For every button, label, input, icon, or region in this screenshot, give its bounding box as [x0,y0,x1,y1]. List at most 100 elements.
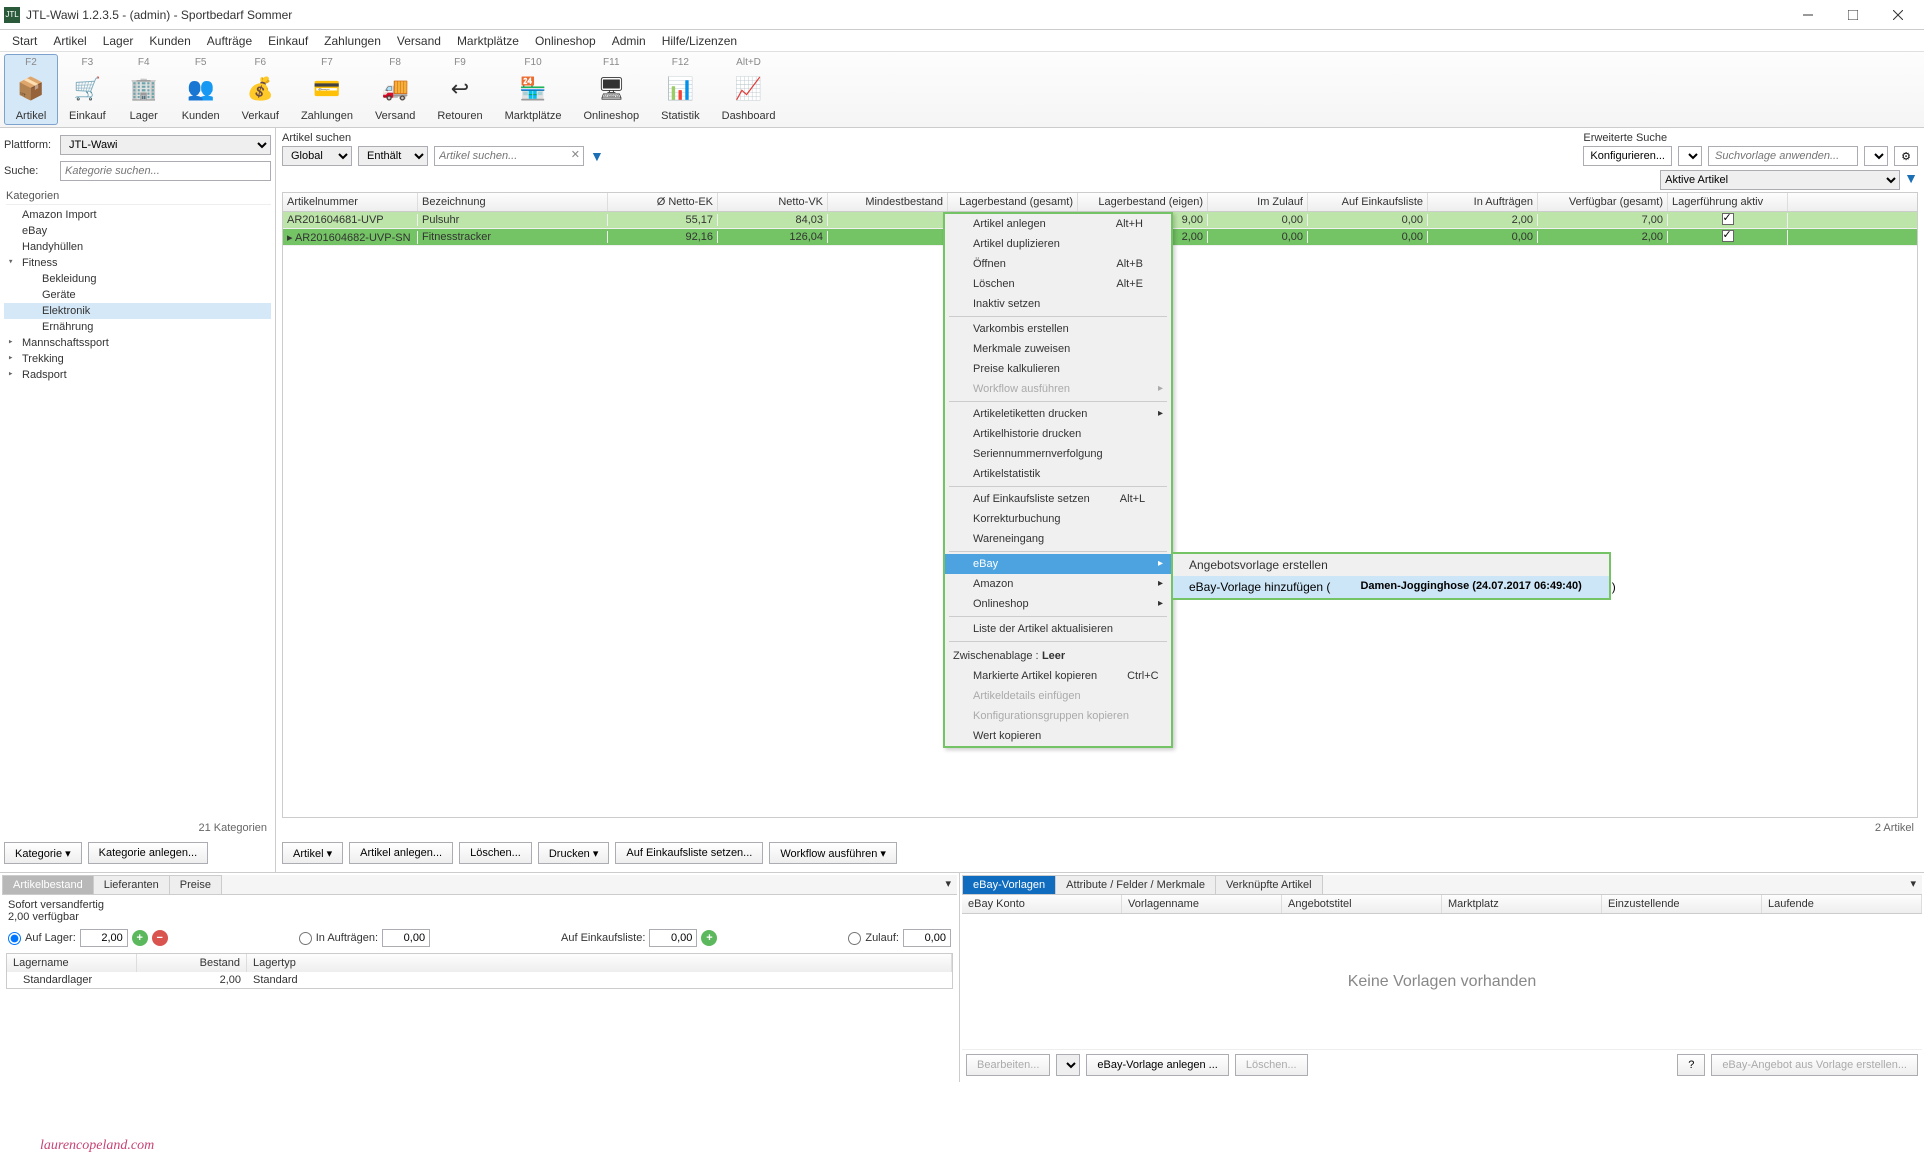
grid-btn[interactable]: Artikel ▾ [282,842,343,864]
menu-start[interactable]: Start [4,31,45,51]
stock-radio[interactable] [8,932,21,945]
new-template-button[interactable]: eBay-Vorlage anlegen ... [1086,1054,1228,1076]
tree-node-elektronik[interactable]: Elektronik [4,303,271,319]
tab-attribute[interactable]: Attribute / Felder / Merkmale [1055,875,1216,894]
delete-template-button[interactable]: Löschen... [1235,1054,1308,1076]
ctx-preise-kalkulieren[interactable]: Preise kalkulieren [945,359,1171,379]
menu-versand[interactable]: Versand [389,31,449,51]
tab-verknuepfte[interactable]: Verknüpfte Artikel [1215,875,1323,894]
ctx-artikeletiketten-drucken[interactable]: Artikeletiketten drucken▸ [945,404,1171,424]
ctx-amazon[interactable]: Amazon▸ [945,574,1171,594]
col-0[interactable]: Artikelnummer [283,193,418,211]
menu-onlineshop[interactable]: Onlineshop [527,31,604,51]
col-9[interactable]: In Aufträgen [1428,193,1538,211]
ribbon-retouren[interactable]: F9↩Retouren [426,54,493,125]
ribbon-versand[interactable]: F8🚚Versand [364,54,426,125]
add-shopping-icon[interactable]: + [701,930,717,946]
close-button[interactable] [1875,1,1920,29]
tree-node-amazon-import[interactable]: Amazon Import [4,207,271,223]
ctx-artikel-anlegen[interactable]: Artikel anlegenAlt+H [945,214,1171,234]
ebay-col[interactable]: eBay Konto [962,895,1122,913]
grid-btn[interactable]: Drucken ▾ [538,842,610,864]
menu-zahlungen[interactable]: Zahlungen [316,31,389,51]
menu-lager[interactable]: Lager [95,31,142,51]
col-4[interactable]: Mindestbestand [828,193,948,211]
maximize-button[interactable] [1830,1,1875,29]
menu-einkauf[interactable]: Einkauf [260,31,316,51]
col-8[interactable]: Auf Einkaufsliste [1308,193,1428,211]
tree-node-handyhüllen[interactable]: Handyhüllen [4,239,271,255]
ribbon-lager[interactable]: F4🏢Lager [117,54,171,125]
tree-node-trekking[interactable]: ▸Trekking [4,351,271,367]
ctx-öffnen[interactable]: ÖffnenAlt+B [945,254,1171,274]
platform-select[interactable]: JTL-Wawi [60,135,271,155]
ctx-onlineshop[interactable]: Onlineshop▸ [945,594,1171,614]
settings-gear-button[interactable]: ⚙ [1894,146,1918,166]
col-10[interactable]: Verfügbar (gesamt) [1538,193,1668,211]
submenu-item[interactable]: Angebotsvorlage erstellen [1173,554,1609,576]
menu-hilfe/lizenzen[interactable]: Hilfe/Lizenzen [654,31,745,51]
clear-search-icon[interactable]: ✕ [571,148,580,161]
remove-stock-icon[interactable]: − [152,930,168,946]
stock-value[interactable] [80,929,128,947]
ribbon-einkauf[interactable]: F3🛒Einkauf [58,54,117,125]
menu-admin[interactable]: Admin [604,31,654,51]
active-filter-select[interactable]: Aktive Artikel [1660,170,1900,190]
ribbon-dashboard[interactable]: Alt+D📈Dashboard [711,54,787,125]
add-stock-icon[interactable]: + [132,930,148,946]
ctx-artikel-duplizieren[interactable]: Artikel duplizieren [945,234,1171,254]
grid-btn[interactable]: Artikel anlegen... [349,842,453,864]
stock-tracking-checkbox[interactable] [1722,213,1734,225]
grid-btn[interactable]: Auf Einkaufsliste setzen... [615,842,763,864]
configure-search-button[interactable]: Konfigurieren... [1583,146,1672,166]
tree-node-bekleidung[interactable]: Bekleidung [4,271,271,287]
edit-template-button[interactable]: Bearbeiten... [966,1054,1050,1076]
ctx-liste-der-artikel-aktualisieren[interactable]: Liste der Artikel aktualisieren [945,619,1171,639]
ctx-auf-einkaufsliste-setzen[interactable]: Auf Einkaufsliste setzenAlt+L [945,489,1171,509]
collapse-icon[interactable]: ▾ [939,875,957,894]
tree-node-ebay[interactable]: eBay [4,223,271,239]
shopping-list-value[interactable] [649,929,697,947]
ctx-artikelstatistik[interactable]: Artikelstatistik [945,464,1171,484]
menu-kunden[interactable]: Kunden [141,31,198,51]
menu-marktplätze[interactable]: Marktplätze [449,31,527,51]
ctx-löschen[interactable]: LöschenAlt+E [945,274,1171,294]
edit-dropdown[interactable] [1056,1054,1080,1076]
ebay-col[interactable]: Angebotstitel [1282,895,1442,913]
ctx-wareneingang[interactable]: Wareneingang [945,529,1171,549]
category-menu-button[interactable]: Kategorie ▾ [4,842,82,864]
ribbon-kunden[interactable]: F5👥Kunden [171,54,231,125]
col-7[interactable]: Im Zulauf [1208,193,1308,211]
ribbon-onlineshop[interactable]: F11🖥Onlineshop [572,54,650,125]
ribbon-marktplätze[interactable]: F10🏪Marktplätze [494,54,573,125]
col-11[interactable]: Lagerführung aktiv [1668,193,1788,211]
new-category-button[interactable]: Kategorie anlegen... [88,842,208,864]
warehouse-row[interactable]: Standardlager 2,00 Standard [7,972,952,988]
tab-preise[interactable]: Preise [169,875,222,894]
help-button[interactable]: ? [1677,1054,1705,1076]
template-dropdown[interactable] [1864,146,1888,166]
tab-artikelbestand[interactable]: Artikelbestand [2,875,94,894]
configure-dropdown[interactable] [1678,146,1702,166]
search-mode-select[interactable]: Enthält [358,146,428,166]
grid-btn[interactable]: Löschen... [459,842,532,864]
ctx-artikelhistorie-drucken[interactable]: Artikelhistorie drucken [945,424,1171,444]
minimize-button[interactable] [1785,1,1830,29]
ctx-merkmale-zuweisen[interactable]: Merkmale zuweisen [945,339,1171,359]
ebay-col[interactable]: Laufende [1762,895,1922,913]
collapse-icon-2[interactable]: ▾ [1904,875,1922,894]
ribbon-artikel[interactable]: F2📦Artikel [4,54,58,125]
grid-btn[interactable]: Workflow ausführen ▾ [769,842,897,864]
stock-tracking-checkbox[interactable] [1722,230,1734,242]
ribbon-statistik[interactable]: F12📊Statistik [650,54,711,125]
search-scope-select[interactable]: Global [282,146,352,166]
ribbon-verkauf[interactable]: F6💰Verkauf [231,54,290,125]
article-search-input[interactable] [434,146,584,166]
ctx-inaktiv-setzen[interactable]: Inaktiv setzen [945,294,1171,314]
col-lagername[interactable]: Lagername [7,954,137,972]
create-offer-button[interactable]: eBay-Angebot aus Vorlage erstellen... [1711,1054,1918,1076]
orders-value[interactable] [382,929,430,947]
menu-artikel[interactable]: Artikel [45,31,94,51]
ctx-clip[interactable]: Markierte Artikel kopierenCtrl+C [945,666,1171,686]
menu-aufträge[interactable]: Aufträge [199,31,260,51]
